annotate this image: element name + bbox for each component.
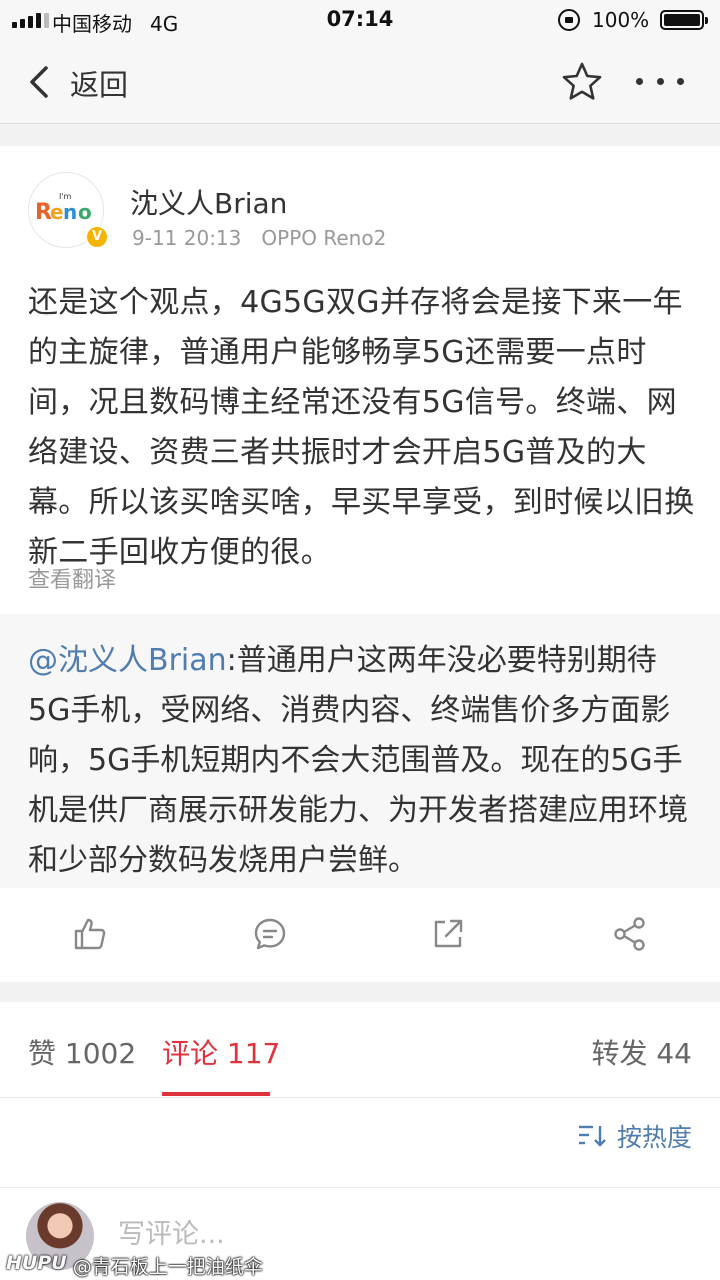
- post-body: 还是这个观点，4G5G双G并存将会是接下来一年的主旋律，普通用户能够畅享5G还需…: [28, 285, 695, 570]
- action-bar: [0, 888, 720, 982]
- verified-badge-icon: V: [85, 225, 109, 249]
- tab-comments[interactable]: 评论 117: [162, 1032, 280, 1072]
- sort-row: 按热度: [0, 1098, 720, 1188]
- watermark: HUPU @青石板上一把油纸伞: [6, 1252, 263, 1279]
- share-icon[interactable]: [612, 916, 648, 952]
- active-tab-indicator: [162, 1092, 270, 1096]
- status-bar: 中国移动 4G 07:14 100%: [0, 0, 720, 40]
- post-card: I'm R e n o V 沈义人Brian 9-11 20:13 OPPO Re…: [0, 146, 720, 614]
- post-time: 9-11 20:13: [132, 226, 242, 250]
- translate-link[interactable]: 查看翻译: [28, 562, 116, 594]
- back-button[interactable]: 返回: [70, 62, 128, 104]
- battery-icon: [660, 10, 708, 30]
- chevron-left-icon[interactable]: [22, 62, 58, 102]
- interaction-tabs: 赞 1002 评论 117 转发 44: [0, 1002, 720, 1098]
- mention-link[interactable]: @沈义人Brian: [28, 643, 227, 678]
- nav-bar: 返回: [0, 40, 720, 124]
- reposted-text: @沈义人Brian:普通用户这两年没必要特别期待5G手机，受网络、消费内容、终端…: [28, 643, 688, 878]
- thumbs-up-icon[interactable]: [72, 916, 108, 952]
- comment-icon[interactable]: [252, 916, 288, 952]
- author-name[interactable]: 沈义人Brian: [130, 182, 287, 222]
- tab-likes[interactable]: 赞 1002: [28, 1032, 136, 1072]
- watermark-user: @青石板上一把油纸伞: [72, 1256, 263, 1278]
- post-device: OPPO Reno2: [261, 226, 387, 250]
- watermark-brand: HUPU: [6, 1252, 67, 1274]
- sort-label: 按热度: [616, 1123, 692, 1152]
- repost-icon[interactable]: [430, 916, 466, 952]
- svg-text:o: o: [78, 200, 92, 224]
- star-icon[interactable]: [560, 60, 604, 104]
- sort-button[interactable]: 按热度: [577, 1118, 692, 1154]
- tab-reposts[interactable]: 转发 44: [591, 1032, 692, 1072]
- svg-text:e: e: [50, 200, 64, 224]
- reposted-block[interactable]: @沈义人Brian:普通用户这两年没必要特别期待5G手机，受网络、消费内容、终端…: [0, 614, 720, 888]
- rotation-lock-icon: [558, 9, 580, 31]
- svg-text:n: n: [63, 200, 77, 224]
- more-icon[interactable]: [636, 78, 684, 88]
- battery-percent: 100%: [592, 8, 650, 32]
- comment-input[interactable]: 写评论...: [118, 1212, 225, 1251]
- sort-icon: [578, 1125, 606, 1147]
- post-meta: 9-11 20:13 OPPO Reno2: [132, 226, 386, 250]
- author-avatar[interactable]: I'm R e n o V: [28, 172, 109, 249]
